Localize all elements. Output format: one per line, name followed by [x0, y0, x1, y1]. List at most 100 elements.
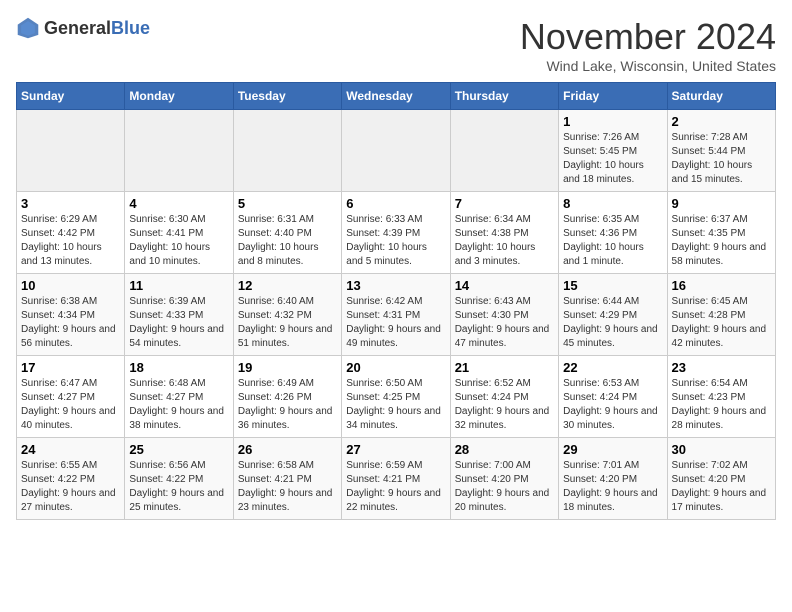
calendar-cell: 7 Sunrise: 6:34 AM Sunset: 4:38 PM Daylig… [450, 192, 558, 274]
header-day-thursday: Thursday [450, 83, 558, 110]
calendar-cell: 16 Sunrise: 6:45 AM Sunset: 4:28 PM Dayli… [667, 274, 775, 356]
day-number: 3 [21, 196, 120, 211]
header-day-tuesday: Tuesday [233, 83, 341, 110]
logo: GeneralBlue [16, 16, 150, 40]
calendar-cell: 8Sunrise: 6:35 AM Sunset: 4:36 PM Daylig… [559, 192, 667, 274]
calendar-cell: 4 Sunrise: 6:30 AM Sunset: 4:41 PM Daylig… [125, 192, 233, 274]
day-number: 16 [672, 278, 771, 293]
day-info: Sunrise: 6:44 AM Sunset: 4:29 PM Dayligh… [563, 295, 662, 351]
day-number: 17 [21, 360, 120, 375]
calendar-cell: 10 Sunrise: 6:38 AM Sunset: 4:34 PM Dayli… [17, 274, 125, 356]
calendar-cell: 22 Sunrise: 6:53 AM Sunset: 4:24 PM Dayli… [559, 356, 667, 438]
day-number: 13 [346, 278, 445, 293]
calendar-cell: 21 Sunrise: 6:52 AM Sunset: 4:24 PM Dayli… [450, 356, 558, 438]
day-number: 28 [455, 442, 554, 457]
day-info: Sunrise: 6:37 AM Sunset: 4:35 PM Dayligh… [672, 213, 771, 269]
calendar-cell: 14 Sunrise: 6:43 AM Sunset: 4:30 PM Dayli… [450, 274, 558, 356]
calendar-cell: 6Sunrise: 6:33 AM Sunset: 4:39 PM Daylig… [342, 192, 450, 274]
calendar-body: 1Sunrise: 7:26 AM Sunset: 5:45 PM Daylig… [17, 110, 776, 520]
day-info: Sunrise: 6:30 AM Sunset: 4:41 PM Dayligh… [129, 213, 228, 269]
calendar-cell: 17Sunrise: 6:47 AM Sunset: 4:27 PM Dayli… [17, 356, 125, 438]
day-info: Sunrise: 6:34 AM Sunset: 4:38 PM Dayligh… [455, 213, 554, 269]
day-number: 19 [238, 360, 337, 375]
calendar-cell: 2 Sunrise: 7:28 AM Sunset: 5:44 PM Daylig… [667, 110, 775, 192]
day-info: Sunrise: 6:39 AM Sunset: 4:33 PM Dayligh… [129, 295, 228, 351]
calendar-cell: 28 Sunrise: 7:00 AM Sunset: 4:20 PM Dayli… [450, 438, 558, 520]
day-number: 11 [129, 278, 228, 293]
calendar-cell: 29 Sunrise: 7:01 AM Sunset: 4:20 PM Dayli… [559, 438, 667, 520]
day-info: Sunrise: 6:29 AM Sunset: 4:42 PM Dayligh… [21, 213, 120, 269]
calendar-cell [125, 110, 233, 192]
logo-blue: Blue [111, 18, 150, 38]
day-info: Sunrise: 7:28 AM Sunset: 5:44 PM Dayligh… [672, 131, 771, 187]
header-day-monday: Monday [125, 83, 233, 110]
week-row-2: 3 Sunrise: 6:29 AM Sunset: 4:42 PM Daylig… [17, 192, 776, 274]
calendar-cell [450, 110, 558, 192]
day-number: 12 [238, 278, 337, 293]
calendar-cell: 18 Sunrise: 6:48 AM Sunset: 4:27 PM Dayli… [125, 356, 233, 438]
calendar-cell: 25Sunrise: 6:56 AM Sunset: 4:22 PM Dayli… [125, 438, 233, 520]
day-info: Sunrise: 6:55 AM Sunset: 4:22 PM Dayligh… [21, 459, 120, 515]
day-number: 7 [455, 196, 554, 211]
calendar-cell [17, 110, 125, 192]
calendar-cell: 5 Sunrise: 6:31 AM Sunset: 4:40 PM Daylig… [233, 192, 341, 274]
day-number: 15 [563, 278, 662, 293]
day-info: Sunrise: 6:33 AM Sunset: 4:39 PM Dayligh… [346, 213, 445, 269]
day-info: Sunrise: 6:40 AM Sunset: 4:32 PM Dayligh… [238, 295, 337, 351]
day-info: Sunrise: 7:02 AM Sunset: 4:20 PM Dayligh… [672, 459, 771, 515]
header-day-wednesday: Wednesday [342, 83, 450, 110]
day-number: 21 [455, 360, 554, 375]
logo-icon [16, 16, 40, 40]
day-number: 22 [563, 360, 662, 375]
day-number: 2 [672, 114, 771, 129]
week-row-1: 1Sunrise: 7:26 AM Sunset: 5:45 PM Daylig… [17, 110, 776, 192]
calendar-cell: 13 Sunrise: 6:42 AM Sunset: 4:31 PM Dayli… [342, 274, 450, 356]
calendar-cell [342, 110, 450, 192]
day-info: Sunrise: 7:26 AM Sunset: 5:45 PM Dayligh… [563, 131, 662, 187]
day-number: 4 [129, 196, 228, 211]
calendar-cell: 11 Sunrise: 6:39 AM Sunset: 4:33 PM Dayli… [125, 274, 233, 356]
day-number: 29 [563, 442, 662, 457]
day-info: Sunrise: 6:38 AM Sunset: 4:34 PM Dayligh… [21, 295, 120, 351]
calendar-cell: 12 Sunrise: 6:40 AM Sunset: 4:32 PM Dayli… [233, 274, 341, 356]
calendar-cell: 27Sunrise: 6:59 AM Sunset: 4:21 PM Dayli… [342, 438, 450, 520]
calendar-cell: 26Sunrise: 6:58 AM Sunset: 4:21 PM Dayli… [233, 438, 341, 520]
calendar-table: SundayMondayTuesdayWednesdayThursdayFrid… [16, 82, 776, 520]
day-info: Sunrise: 6:42 AM Sunset: 4:31 PM Dayligh… [346, 295, 445, 351]
day-number: 30 [672, 442, 771, 457]
day-number: 10 [21, 278, 120, 293]
day-info: Sunrise: 6:59 AM Sunset: 4:21 PM Dayligh… [346, 459, 445, 515]
day-info: Sunrise: 6:52 AM Sunset: 4:24 PM Dayligh… [455, 377, 554, 433]
calendar-cell: 15 Sunrise: 6:44 AM Sunset: 4:29 PM Dayli… [559, 274, 667, 356]
day-number: 8 [563, 196, 662, 211]
day-info: Sunrise: 6:49 AM Sunset: 4:26 PM Dayligh… [238, 377, 337, 433]
day-number: 18 [129, 360, 228, 375]
day-info: Sunrise: 6:56 AM Sunset: 4:22 PM Dayligh… [129, 459, 228, 515]
calendar-cell [233, 110, 341, 192]
day-number: 5 [238, 196, 337, 211]
day-info: Sunrise: 6:54 AM Sunset: 4:23 PM Dayligh… [672, 377, 771, 433]
calendar-cell: 19 Sunrise: 6:49 AM Sunset: 4:26 PM Dayli… [233, 356, 341, 438]
location-title: Wind Lake, Wisconsin, United States [520, 58, 776, 74]
day-number: 24 [21, 442, 120, 457]
day-info: Sunrise: 7:01 AM Sunset: 4:20 PM Dayligh… [563, 459, 662, 515]
day-number: 26 [238, 442, 337, 457]
header-row: SundayMondayTuesdayWednesdayThursdayFrid… [17, 83, 776, 110]
day-info: Sunrise: 6:43 AM Sunset: 4:30 PM Dayligh… [455, 295, 554, 351]
day-info: Sunrise: 6:53 AM Sunset: 4:24 PM Dayligh… [563, 377, 662, 433]
month-title: November 2024 [520, 16, 776, 58]
header: GeneralBlue November 2024 Wind Lake, Wis… [16, 16, 776, 74]
day-number: 23 [672, 360, 771, 375]
day-info: Sunrise: 6:48 AM Sunset: 4:27 PM Dayligh… [129, 377, 228, 433]
day-number: 14 [455, 278, 554, 293]
day-info: Sunrise: 6:31 AM Sunset: 4:40 PM Dayligh… [238, 213, 337, 269]
calendar-cell: 1Sunrise: 7:26 AM Sunset: 5:45 PM Daylig… [559, 110, 667, 192]
logo-general: General [44, 18, 111, 38]
day-info: Sunrise: 7:00 AM Sunset: 4:20 PM Dayligh… [455, 459, 554, 515]
title-area: November 2024 Wind Lake, Wisconsin, Unit… [520, 16, 776, 74]
day-info: Sunrise: 6:45 AM Sunset: 4:28 PM Dayligh… [672, 295, 771, 351]
calendar-cell: 20Sunrise: 6:50 AM Sunset: 4:25 PM Dayli… [342, 356, 450, 438]
day-number: 20 [346, 360, 445, 375]
day-number: 9 [672, 196, 771, 211]
header-day-saturday: Saturday [667, 83, 775, 110]
